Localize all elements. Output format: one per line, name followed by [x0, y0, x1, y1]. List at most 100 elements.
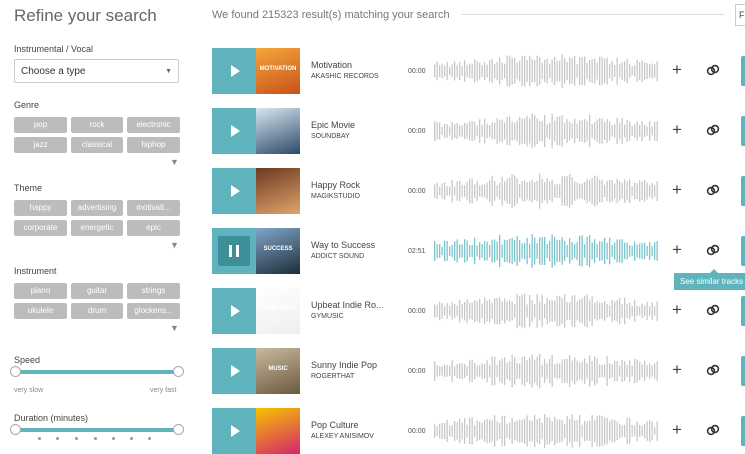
track-cover[interactable]: MOTIVATION	[256, 48, 300, 94]
track-waveform[interactable]	[434, 170, 659, 212]
track-cover-text: SUCCESS	[263, 246, 293, 252]
genre-tag-electronic[interactable]: electronic	[127, 117, 180, 133]
duration-slider-min-handle[interactable]	[10, 424, 21, 435]
play-icon	[231, 425, 240, 437]
track-waveform[interactable]	[434, 350, 659, 392]
track-title[interactable]: Epic Movie	[311, 120, 355, 130]
pause-button[interactable]	[212, 228, 256, 274]
similar-tracks-icon[interactable]	[706, 363, 720, 377]
speed-slider-min-handle[interactable]	[10, 366, 21, 377]
track-title[interactable]: Happy Rock	[311, 180, 360, 190]
track-title[interactable]: Pop Culture	[311, 420, 359, 430]
add-icon[interactable]: +	[672, 241, 682, 258]
track-artist[interactable]: ALEXEY ANISIMOV	[311, 433, 374, 440]
type-select[interactable]: Choose a type ▼	[14, 59, 179, 83]
track-waveform[interactable]	[434, 290, 659, 332]
instrument-tag-ukulele[interactable]: ukulele	[14, 303, 67, 319]
play-icon	[231, 305, 240, 317]
add-icon[interactable]: +	[672, 61, 682, 78]
track-title[interactable]: Upbeat Indie Ro...	[311, 300, 384, 310]
track-row[interactable]: MOTIVATION Motivation AKASHIC RECORDS 00…	[212, 48, 745, 94]
similar-tracks-icon[interactable]	[706, 183, 720, 197]
track-row[interactable]: SUCCESS Way to Success ADDICT SOUND 02:5…	[212, 228, 745, 274]
track-cover[interactable]	[256, 108, 300, 154]
duration-slider[interactable]	[10, 424, 184, 435]
track-artist[interactable]: MAGIKSTUDIO	[311, 193, 360, 200]
cart-button[interactable]	[741, 116, 745, 146]
instrument-tag-glockenspiel[interactable]: glockens...	[127, 303, 180, 319]
track-row[interactable]: GOOD VIBES Upbeat Indie Ro... GYMUSIC 00…	[212, 288, 745, 334]
speed-slider-max-handle[interactable]	[173, 366, 184, 377]
track-artist[interactable]: SOUNDBAY	[311, 133, 350, 140]
similar-tracks-icon[interactable]	[706, 423, 720, 437]
theme-more-icon[interactable]: ▼	[170, 240, 179, 250]
track-waveform[interactable]	[434, 50, 659, 92]
add-icon[interactable]: +	[672, 121, 682, 138]
similar-tracks-icon[interactable]	[706, 123, 720, 137]
duration-slider-max-handle[interactable]	[173, 424, 184, 435]
genre-tag-pop[interactable]: pop	[14, 117, 67, 133]
theme-tag-corporate[interactable]: corporate	[14, 220, 67, 236]
play-button[interactable]	[212, 48, 256, 94]
theme-tag-advertising[interactable]: advertising	[71, 200, 123, 216]
instrument-tag-drum[interactable]: drum	[71, 303, 123, 319]
genre-tag-hiphop[interactable]: hiphop	[127, 137, 180, 153]
instrument-tag-strings[interactable]: strings	[127, 283, 180, 299]
track-time: 00:00	[408, 68, 426, 75]
track-title[interactable]: Way to Success	[311, 240, 375, 250]
cart-button[interactable]	[741, 176, 745, 206]
play-button[interactable]	[212, 288, 256, 334]
cart-button[interactable]	[741, 416, 745, 446]
filter-box[interactable]: F	[735, 4, 745, 26]
play-icon	[231, 65, 240, 77]
add-icon[interactable]: +	[672, 421, 682, 438]
track-cover[interactable]	[256, 168, 300, 214]
genre-tag-classical[interactable]: classical	[71, 137, 123, 153]
track-cover[interactable]: MUSIC	[256, 348, 300, 394]
instrument-tag-guitar[interactable]: guitar	[71, 283, 123, 299]
cart-button[interactable]	[741, 236, 745, 266]
instrument-more-icon[interactable]: ▼	[170, 323, 179, 333]
track-title[interactable]: Motivation	[311, 60, 352, 70]
cart-button[interactable]	[741, 56, 745, 86]
track-artist[interactable]: GYMUSIC	[311, 313, 344, 320]
track-artist[interactable]: ADDICT SOUND	[311, 253, 364, 260]
add-icon[interactable]: +	[672, 181, 682, 198]
cart-button[interactable]	[741, 356, 745, 386]
play-icon	[231, 365, 240, 377]
track-title[interactable]: Sunny Indie Pop	[311, 360, 377, 370]
sidebar-title: Refine your search	[14, 6, 157, 25]
track-cover[interactable]	[256, 408, 300, 454]
genre-more-icon[interactable]: ▼	[170, 157, 179, 167]
track-row[interactable]: MUSIC Sunny Indie Pop ROGERTHAT 00:00 +	[212, 348, 745, 394]
add-icon[interactable]: +	[672, 361, 682, 378]
instrument-tag-piano[interactable]: piano	[14, 283, 67, 299]
play-button[interactable]	[212, 408, 256, 454]
theme-tag-happy[interactable]: happy	[14, 200, 67, 216]
track-row[interactable]: Happy Rock MAGIKSTUDIO 00:00 +	[212, 168, 745, 214]
play-button[interactable]	[212, 348, 256, 394]
track-artist[interactable]: AKASHIC RECORDS	[311, 73, 379, 80]
duration-tick	[94, 437, 97, 440]
play-button[interactable]	[212, 168, 256, 214]
track-cover[interactable]: SUCCESS	[256, 228, 300, 274]
track-artist[interactable]: ROGERTHAT	[311, 373, 354, 380]
track-waveform[interactable]	[434, 110, 659, 152]
track-cover[interactable]: GOOD VIBES	[256, 288, 300, 334]
similar-tracks-icon[interactable]	[706, 303, 720, 317]
theme-tag-epic[interactable]: epic	[127, 220, 180, 236]
speed-slider[interactable]	[10, 366, 184, 377]
track-waveform[interactable]	[434, 410, 659, 452]
cart-button[interactable]	[741, 296, 745, 326]
play-button[interactable]	[212, 108, 256, 154]
theme-tag-motivational[interactable]: motivati...	[127, 200, 180, 216]
track-row[interactable]: Pop Culture ALEXEY ANISIMOV 00:00 +	[212, 408, 745, 454]
theme-tag-energetic[interactable]: energetic	[71, 220, 123, 236]
add-icon[interactable]: +	[672, 301, 682, 318]
genre-tag-jazz[interactable]: jazz	[14, 137, 67, 153]
track-waveform[interactable]	[434, 230, 659, 272]
track-row[interactable]: Epic Movie SOUNDBAY 00:00 +	[212, 108, 745, 154]
similar-tracks-icon[interactable]	[706, 243, 720, 257]
genre-tag-rock[interactable]: rock	[71, 117, 123, 133]
similar-tracks-icon[interactable]	[706, 63, 720, 77]
